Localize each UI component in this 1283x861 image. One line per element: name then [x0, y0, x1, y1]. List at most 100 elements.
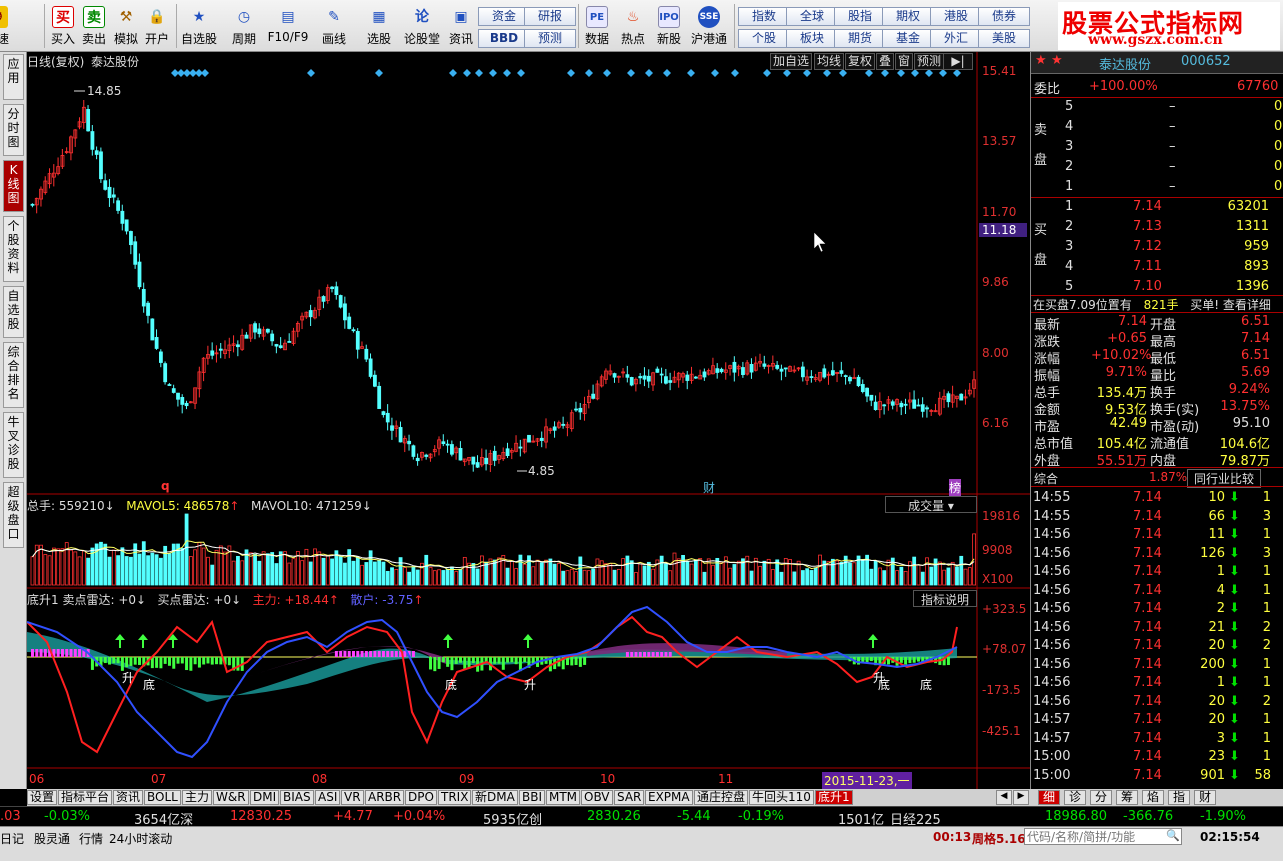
watchlist-button[interactable]: ★ 自选股 [178, 4, 220, 50]
bonds-button[interactable]: 债券 [978, 7, 1030, 26]
indicator-tab[interactable]: 新DMA [472, 790, 518, 805]
detail-tab[interactable]: 财 [1194, 790, 1216, 805]
index-button[interactable]: 指数 [738, 7, 790, 26]
news-button[interactable]: ▣ 资讯 [444, 4, 478, 50]
speed-test-button[interactable]: ⏱测速 [0, 4, 14, 50]
event-marker-finance[interactable]: 财 [703, 479, 715, 496]
candle-body [903, 403, 908, 406]
quote-panel-header: ★ ★ 泰达股份 000652 [1031, 52, 1283, 74]
indicator-tab[interactable]: MTM [546, 790, 581, 805]
guling-link[interactable]: 股灵通 [34, 830, 70, 847]
diary-link[interactable]: 日记 [0, 830, 24, 847]
indicator-tab[interactable]: OBV [581, 790, 613, 805]
indicator-tab[interactable]: W&R [213, 790, 249, 805]
window-button[interactable]: 窗 [895, 53, 914, 70]
simulate-button[interactable]: ⚒ 模拟 [109, 4, 143, 50]
fund-button[interactable]: 基金 [882, 29, 934, 48]
indicator-tab[interactable]: DMI [250, 790, 280, 805]
indicator-tab[interactable]: VR [341, 790, 364, 805]
hk-stocks-button[interactable]: 港股 [930, 7, 982, 26]
adjust-button[interactable]: 复权 [845, 53, 876, 70]
tabs-left-arrow-icon[interactable]: ◀ [996, 790, 1012, 805]
indicator-tab[interactable]: DPO [405, 790, 437, 805]
global-button[interactable]: 全球 [786, 7, 838, 26]
predict-button[interactable]: 预测 [914, 53, 945, 70]
search-input[interactable] [1024, 828, 1182, 845]
ma-button[interactable]: 均线 [814, 53, 845, 70]
event-markers[interactable] [171, 69, 961, 77]
detail-tab[interactable]: 指 [1168, 790, 1190, 805]
tab-kline[interactable]: K线图 [3, 160, 24, 212]
detail-tab[interactable]: 细 [1038, 790, 1060, 805]
indicator-tab[interactable]: ASI [315, 790, 341, 805]
indicator-tab[interactable]: SAR [614, 790, 645, 805]
period-button[interactable]: ◷ 周期 [224, 4, 264, 50]
options-button[interactable]: 期权 [882, 7, 934, 26]
individual-stock-button[interactable]: 个股 [738, 29, 790, 48]
overlay-button[interactable]: 叠 [876, 53, 895, 70]
tab-diagnosis[interactable]: 牛叉诊股 [3, 412, 24, 478]
add-watchlist-button[interactable]: 加自选 [770, 53, 813, 70]
tab-intraday[interactable]: 分时图 [3, 104, 24, 156]
draw-line-button[interactable]: ✎ 画线 [314, 4, 354, 50]
indicator-tab[interactable]: 通庄控盘 [694, 790, 749, 805]
large-order-notice[interactable]: 在买盘7.09位置有 821手 买单! 查看详细 [1033, 296, 1271, 313]
sector-button[interactable]: 板块 [786, 29, 838, 48]
news-24h-link[interactable]: 24小时滚动 [109, 830, 172, 847]
kline-chart-area[interactable]: 日线(复权) 泰达股份 加自选 均线 复权 叠 窗 预测 ▶| 15.41 13… [27, 52, 1030, 789]
candle-body [253, 323, 257, 333]
funds-button[interactable]: 资金 [478, 7, 530, 26]
indicator-tab[interactable]: 牛回头110 [749, 790, 814, 805]
indicator-help-button[interactable]: 指标说明 [913, 590, 977, 607]
tab-ranking[interactable]: 综合排名 [3, 342, 24, 408]
volume-bars[interactable] [30, 513, 976, 586]
forum-button[interactable]: 论论股堂 [402, 4, 442, 50]
buy-button[interactable]: 买买入 [46, 4, 80, 50]
futures-button[interactable]: 期货 [834, 29, 886, 48]
indicator-histogram-bar [574, 657, 578, 666]
detail-tab[interactable]: 焰 [1142, 790, 1164, 805]
volume-selector[interactable]: 成交量 ▾ [885, 496, 977, 513]
tabs-right-arrow-icon[interactable]: ▶ [1013, 790, 1029, 805]
indicator-tab[interactable]: BBI [519, 790, 546, 805]
indicator-tab[interactable]: 主力 [182, 790, 213, 805]
indicator-tab[interactable]: 指标平台 [58, 790, 113, 805]
star-icon[interactable]: ★ [1051, 53, 1063, 68]
stock-index-button[interactable]: 股指 [834, 7, 886, 26]
candlesticks[interactable] [30, 99, 976, 473]
detail-tab[interactable]: 诊 [1064, 790, 1086, 805]
detail-tab[interactable]: 筹 [1116, 790, 1138, 805]
indicator-tab[interactable]: TRIX [438, 790, 472, 805]
star-icon[interactable]: ★ [1035, 53, 1047, 68]
hk-connect-button[interactable]: SSE 沪港通 [688, 4, 730, 50]
indicator-tab[interactable]: EXPMA [645, 790, 693, 805]
indicator-tab[interactable]: BOLL [144, 790, 181, 805]
tab-apps[interactable]: 应用 [3, 54, 24, 100]
forecast-button[interactable]: 预测 [524, 29, 576, 48]
indicator-tab[interactable]: 资讯 [113, 790, 144, 805]
stock-picker-button[interactable]: ▦ 选股 [360, 4, 398, 50]
bbd-button[interactable]: BBD [478, 29, 530, 48]
detail-tab[interactable]: 分 [1090, 790, 1112, 805]
f10-button[interactable]: ▤ F10/F9 [266, 4, 310, 50]
ipo-button[interactable]: IPO 新股 [652, 4, 686, 50]
research-button[interactable]: 研报 [524, 7, 576, 26]
search-icon[interactable]: 🔍 [1166, 829, 1180, 842]
indicator-tab[interactable]: 底升1 [815, 790, 853, 805]
indicator-tab[interactable]: 设置 [27, 790, 58, 805]
pin-button[interactable]: ▶| [943, 53, 973, 70]
market-link[interactable]: 行情 [79, 830, 103, 847]
us-stocks-button[interactable]: 美股 [978, 29, 1030, 48]
tab-super-orderbook[interactable]: 超级盘口 [3, 482, 24, 548]
event-marker-list[interactable]: 榜 [949, 479, 962, 496]
data-button[interactable]: PE 数据 [580, 4, 614, 50]
indicator-tab[interactable]: ARBR [365, 790, 405, 805]
forex-button[interactable]: 外汇 [930, 29, 982, 48]
sell-button[interactable]: 卖卖出 [77, 4, 111, 50]
event-marker-q[interactable]: q [161, 479, 170, 493]
hot-button[interactable]: ♨ 热点 [616, 4, 650, 50]
tab-watchlist[interactable]: 自选股 [3, 286, 24, 338]
tab-stock-profile[interactable]: 个股资料 [3, 216, 24, 282]
indicator-tab[interactable]: BIAS [280, 790, 314, 805]
open-account-button[interactable]: 🔒 开户 [140, 4, 174, 50]
